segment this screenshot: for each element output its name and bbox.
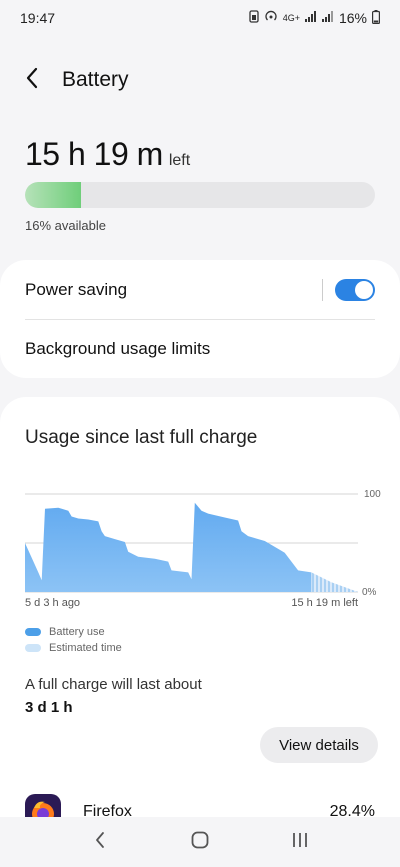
time-left-suffix: left xyxy=(168,152,191,169)
view-details-button[interactable]: View details xyxy=(260,727,378,763)
navigation-bar xyxy=(0,817,400,867)
back-icon xyxy=(94,831,106,854)
status-bar: 19:47 4G+ 16% xyxy=(0,0,400,36)
legend-swatch-battery-use xyxy=(25,628,41,636)
battery-level-fill xyxy=(25,182,81,208)
y-tick-100: 100 xyxy=(364,489,381,500)
divider xyxy=(322,278,323,301)
settings-card: Power saving Background usage limits xyxy=(0,260,400,378)
legend-label-battery-use: Battery use xyxy=(49,626,105,638)
network-type-label: 4G+ xyxy=(282,12,300,23)
time-left: 15 h 19 m left xyxy=(25,136,190,173)
chart-end-label: 15 h 19 m left xyxy=(291,597,358,609)
series-battery-use xyxy=(25,502,312,592)
status-time: 19:47 xyxy=(20,10,56,26)
back-button[interactable] xyxy=(2,60,62,100)
chart-start-label: 5 d 3 h ago xyxy=(25,597,81,609)
hotspot-icon xyxy=(264,10,278,26)
power-saving-row[interactable]: Power saving xyxy=(25,260,375,319)
nav-recents-button[interactable] xyxy=(280,822,320,862)
chevron-left-icon xyxy=(25,67,39,94)
nav-back-button[interactable] xyxy=(80,822,120,862)
usage-card: Usage since last full charge 100 0% 5 d … xyxy=(0,397,400,867)
full-charge-value: 3 d 1 h xyxy=(25,699,73,716)
page-title: Battery xyxy=(62,68,129,91)
power-saving-label: Power saving xyxy=(25,279,128,299)
legend-swatch-estimated-time xyxy=(25,644,41,652)
background-usage-limits-label: Background usage limits xyxy=(25,339,211,358)
time-left-value: 15 h 19 m xyxy=(25,136,163,172)
available-text: 16% available xyxy=(25,218,106,233)
sim-icon xyxy=(249,10,259,26)
legend-estimated-time: Estimated time xyxy=(25,642,122,654)
battery-level-bar xyxy=(25,182,375,208)
background-usage-limits-row[interactable]: Background usage limits xyxy=(25,320,375,378)
nav-home-button[interactable] xyxy=(180,822,220,862)
usage-chart: 100 0% xyxy=(25,489,381,598)
battery-icon xyxy=(372,9,381,27)
signal-2-icon xyxy=(321,11,334,25)
y-tick-0: 0% xyxy=(362,587,377,598)
battery-percent: 16% xyxy=(338,10,367,26)
full-charge-label: A full charge will last about xyxy=(25,676,202,693)
home-icon xyxy=(191,831,209,854)
recents-icon xyxy=(291,831,309,854)
signal-icon xyxy=(304,11,317,25)
usage-title: Usage since last full charge xyxy=(25,427,258,448)
legend-label-estimated-time: Estimated time xyxy=(49,642,122,654)
status-icons: 4G+ 16% xyxy=(249,9,381,27)
legend-battery-use: Battery use xyxy=(25,626,105,638)
power-saving-toggle[interactable] xyxy=(335,278,375,301)
series-estimated-time xyxy=(311,572,358,592)
header: Battery xyxy=(0,60,400,100)
power-saving-toggle-wrap xyxy=(322,278,375,301)
toggle-knob xyxy=(355,280,373,299)
